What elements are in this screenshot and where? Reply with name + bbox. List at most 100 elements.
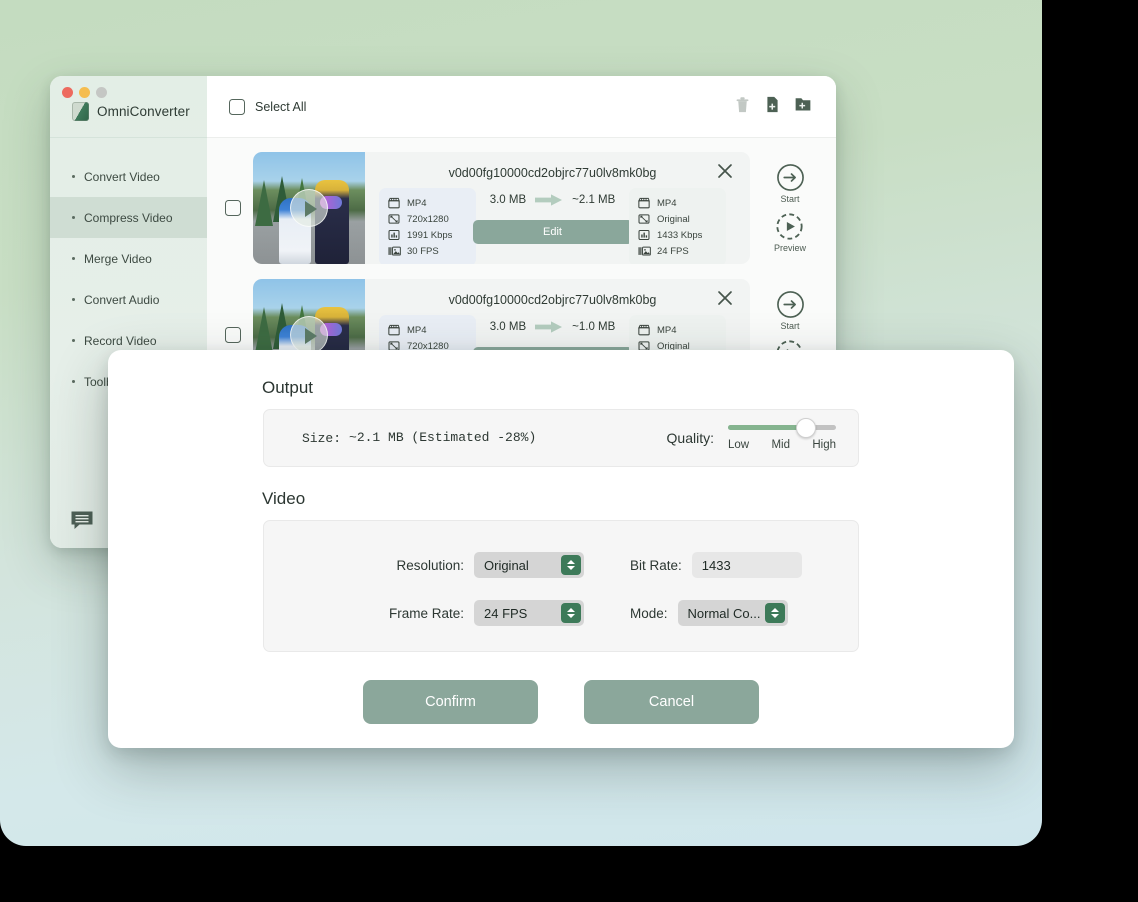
sidebar-item-label: Convert Audio bbox=[84, 292, 160, 307]
bullet-icon bbox=[72, 257, 75, 260]
sidebar-item-merge-video[interactable]: Merge Video bbox=[50, 238, 207, 279]
row-checkbox[interactable] bbox=[225, 200, 241, 216]
file-card-body: v0d00fg10000cd2objrc77u0lv8mk0bg MP4 720… bbox=[365, 152, 740, 264]
slider-thumb[interactable] bbox=[795, 417, 816, 438]
bitrate-field: Bit Rate: 1433 bbox=[584, 552, 858, 578]
slider-track[interactable] bbox=[728, 417, 836, 438]
quality-slider[interactable]: Low Mid High bbox=[728, 417, 836, 451]
target-specs: MP4 bbox=[629, 188, 726, 264]
spec-fps: 24 FPS bbox=[638, 243, 717, 259]
select-all-control[interactable]: Select All bbox=[229, 98, 307, 115]
chevron-down-icon bbox=[567, 566, 575, 570]
size-before: 3.0 MB bbox=[489, 321, 527, 333]
sidebar-item-compress-video[interactable]: Compress Video bbox=[50, 197, 207, 238]
dialog-actions: Confirm Cancel bbox=[108, 680, 1014, 724]
output-panel: Size: ~2.1 MB (Estimated -28%) Quality: … bbox=[263, 409, 859, 467]
size-before: 3.0 MB bbox=[489, 194, 527, 206]
play-icon[interactable] bbox=[290, 316, 328, 354]
size-after: ~2.1 MB bbox=[572, 194, 616, 206]
window-minimize-button[interactable] bbox=[79, 87, 90, 98]
spec-value: Original bbox=[657, 213, 690, 225]
window-maximize-button[interactable] bbox=[96, 87, 107, 98]
source-specs: MP4 bbox=[379, 188, 476, 264]
framerate-mode-row: Frame Rate: 24 FPS Mode: Normal Co... bbox=[264, 589, 858, 637]
spec-resolution: 720x1280 bbox=[388, 211, 467, 227]
sidebar-item-label: Compress Video bbox=[84, 210, 173, 225]
chat-icon[interactable] bbox=[70, 510, 94, 530]
spec-value: 1433 Kbps bbox=[657, 229, 703, 241]
cancel-button[interactable]: Cancel bbox=[584, 680, 759, 724]
slider-tick-high: High bbox=[812, 439, 836, 451]
bullet-icon bbox=[72, 339, 75, 342]
start-label: Start bbox=[780, 194, 800, 204]
video-thumbnail[interactable] bbox=[253, 152, 365, 264]
clapperboard-icon bbox=[388, 324, 400, 336]
file-plus-icon[interactable] bbox=[764, 95, 781, 119]
sidebar-item-convert-video[interactable]: Convert Video bbox=[50, 156, 207, 197]
video-panel: Resolution: Original Bit Rate: 1433 Fram… bbox=[263, 520, 859, 652]
resolution-select[interactable]: Original bbox=[474, 552, 584, 578]
resize-icon bbox=[638, 213, 650, 225]
spec-fps: 30 FPS bbox=[388, 243, 467, 259]
edit-button[interactable]: Edit bbox=[472, 220, 633, 244]
resolution-bitrate-row: Resolution: Original Bit Rate: 1433 bbox=[264, 541, 858, 589]
close-icon[interactable] bbox=[716, 289, 734, 307]
chevron-up-icon bbox=[567, 560, 575, 564]
start-button[interactable]: Start bbox=[776, 290, 805, 331]
brand: OmniConverter bbox=[72, 102, 190, 121]
table-row: v0d00fg10000cd2objrc77u0lv8mk0bg MP4 720… bbox=[225, 152, 818, 264]
select-all-checkbox[interactable] bbox=[229, 98, 245, 115]
resolution-label: Resolution: bbox=[396, 557, 464, 573]
file-name: v0d00fg10000cd2objrc77u0lv8mk0bg bbox=[448, 293, 657, 307]
size-after: ~1.0 MB bbox=[572, 321, 616, 333]
bitrate-input[interactable]: 1433 bbox=[691, 552, 802, 578]
bullet-icon bbox=[72, 216, 75, 219]
slider-ticks: Low Mid High bbox=[728, 439, 836, 451]
trash-icon[interactable] bbox=[734, 95, 751, 119]
spec-value: 1991 Kbps bbox=[407, 229, 453, 241]
bitrate-label: Bit Rate: bbox=[630, 557, 682, 573]
sidebar-item-label: Convert Video bbox=[84, 169, 160, 184]
confirm-button[interactable]: Confirm bbox=[363, 680, 538, 724]
output-section-heading: Output bbox=[262, 378, 314, 397]
chevron-updown-icon[interactable] bbox=[561, 603, 581, 623]
row-checkbox[interactable] bbox=[225, 327, 241, 343]
mode-select[interactable]: Normal Co... bbox=[677, 600, 788, 626]
video-section-heading: Video bbox=[262, 489, 306, 508]
framerate-field: Frame Rate: 24 FPS bbox=[264, 600, 584, 626]
sidebar-header: OmniConverter bbox=[50, 76, 207, 138]
sidebar-item-label: Record Video bbox=[84, 333, 157, 348]
size-change: 3.0 MB ~1.0 MB bbox=[473, 315, 633, 339]
spec-value: MP4 bbox=[657, 324, 677, 336]
spec-value: 720x1280 bbox=[407, 213, 449, 225]
compress-settings-dialog: Output Size: ~2.1 MB (Estimated -28%) Qu… bbox=[108, 350, 1014, 748]
sidebar-item-convert-audio[interactable]: Convert Audio bbox=[50, 279, 207, 320]
spec-format: MP4 bbox=[638, 195, 717, 211]
quality-control: Quality: Low Mid High bbox=[667, 417, 836, 451]
mode-label: Mode: bbox=[630, 605, 668, 621]
spec-bitrate: 1991 Kbps bbox=[388, 227, 467, 243]
folder-plus-icon[interactable] bbox=[794, 95, 812, 118]
select-all-label: Select All bbox=[255, 99, 307, 114]
slider-fill bbox=[728, 425, 806, 430]
play-icon[interactable] bbox=[290, 189, 328, 227]
preview-label: Preview bbox=[773, 243, 806, 253]
start-label: Start bbox=[780, 321, 800, 331]
window-close-button[interactable] bbox=[62, 87, 73, 98]
arrow-right-icon bbox=[535, 193, 563, 207]
frames-icon bbox=[388, 245, 401, 257]
spec-bitrate: 1433 Kbps bbox=[638, 227, 717, 243]
chevron-down-icon bbox=[770, 614, 779, 618]
start-button[interactable]: Start bbox=[776, 163, 805, 204]
chevron-updown-icon[interactable] bbox=[561, 555, 581, 575]
spec-value: 24 FPS bbox=[657, 245, 689, 257]
framerate-select[interactable]: 24 FPS bbox=[474, 600, 584, 626]
resolution-value: Original bbox=[484, 557, 529, 573]
preview-button[interactable]: Preview bbox=[774, 212, 806, 253]
toolbar: Select All bbox=[207, 76, 836, 138]
bullet-icon bbox=[72, 298, 75, 301]
chevron-updown-icon[interactable] bbox=[764, 603, 785, 623]
file-card: v0d00fg10000cd2objrc77u0lv8mk0bg MP4 720… bbox=[253, 152, 750, 264]
bullet-icon bbox=[72, 175, 75, 178]
close-icon[interactable] bbox=[716, 162, 734, 180]
